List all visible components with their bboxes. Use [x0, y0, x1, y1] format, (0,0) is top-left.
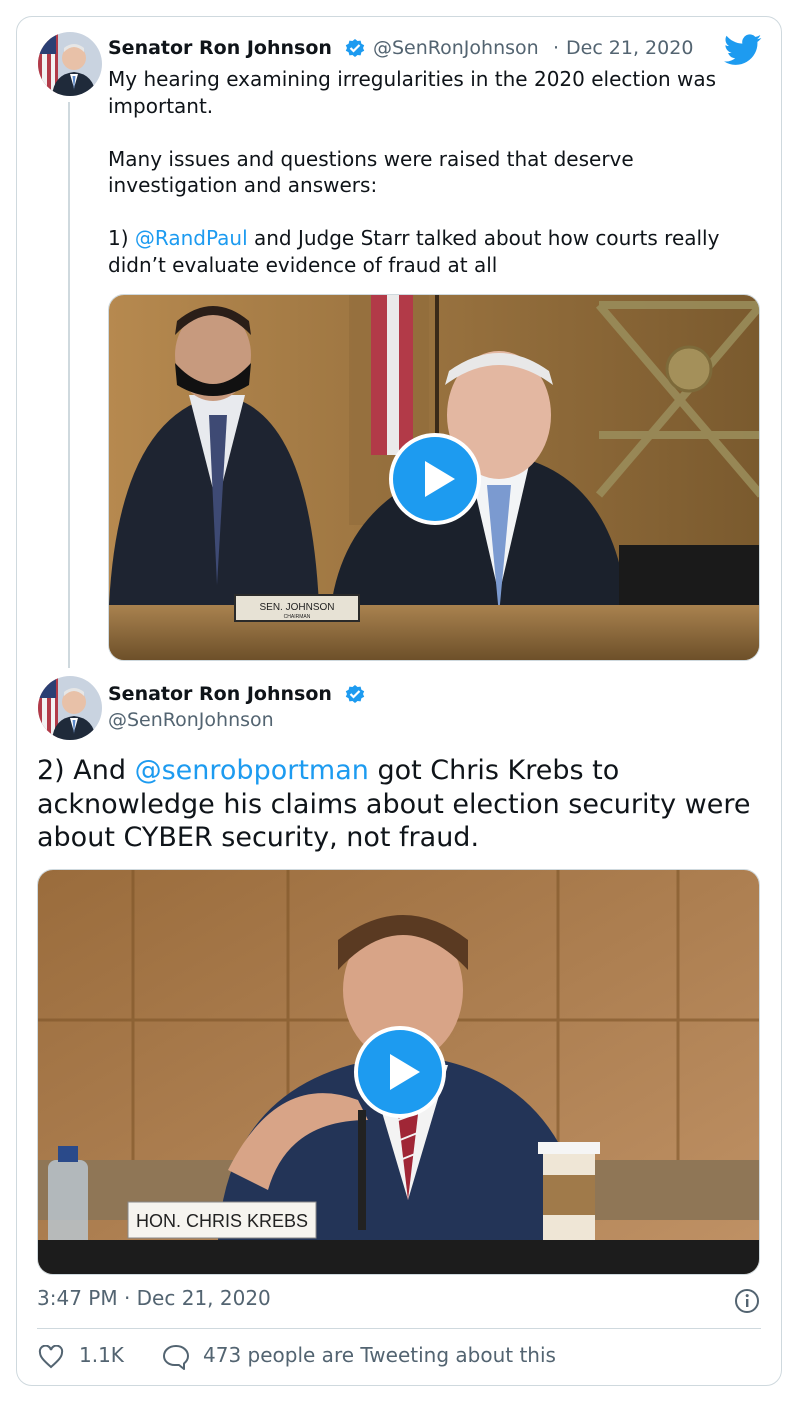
tweet-text-prefix: 1)	[108, 226, 135, 250]
tweet-text: 2) And @senrobportman got Chris Krebs to…	[37, 754, 767, 855]
heart-icon[interactable]	[38, 1345, 64, 1369]
nameplate-text: SEN. JOHNSON	[259, 602, 334, 613]
author-handle[interactable]: @SenRonJohnson	[373, 36, 539, 60]
verified-badge-icon	[345, 39, 365, 57]
verified-badge-icon	[345, 685, 365, 703]
footer-divider	[37, 1328, 761, 1329]
thread-connector-line	[68, 102, 70, 668]
nameplate-text: HON. CHRIS KREBS	[136, 1211, 308, 1231]
speech-bubble-icon[interactable]	[162, 1344, 190, 1370]
info-icon[interactable]	[734, 1288, 760, 1314]
nameplate-subtext: CHAIRMAN	[284, 614, 311, 620]
like-count[interactable]: 1.1K	[79, 1343, 124, 1367]
tweet-text: My hearing examining irregularities in t…	[108, 66, 758, 278]
tweet-text-prefix: 2) And	[37, 755, 135, 786]
mention-link[interactable]: @senrobportman	[135, 755, 369, 786]
tweet-text-line: My hearing examining irregularities in t…	[108, 67, 723, 118]
twitter-bird-icon[interactable]	[724, 34, 762, 66]
author-avatar[interactable]	[38, 32, 102, 96]
tweeting-about-link[interactable]: 473 people are Tweeting about this	[203, 1343, 556, 1367]
tweet-date[interactable]: Dec 21, 2020	[566, 36, 693, 60]
video-player[interactable]: SEN. JOHNSON CHAIRMAN	[108, 294, 760, 661]
mention-link[interactable]: @RandPaul	[135, 226, 248, 250]
video-player[interactable]: HON. CHRIS KREBS	[37, 869, 760, 1275]
tweet-timestamp[interactable]: 3:47 PM · Dec 21, 2020	[37, 1286, 271, 1310]
play-button[interactable]	[354, 1026, 446, 1118]
separator-dot: ·	[553, 37, 560, 59]
author-name[interactable]: Senator Ron Johnson	[108, 36, 332, 60]
play-icon	[425, 461, 455, 497]
play-button[interactable]	[389, 433, 481, 525]
tweet-text-line: Many issues and questions were raised th…	[108, 146, 641, 198]
author-handle[interactable]: @SenRonJohnson	[108, 708, 274, 732]
author-name[interactable]: Senator Ron Johnson	[108, 682, 332, 706]
author-avatar[interactable]	[38, 676, 102, 740]
play-icon	[390, 1054, 420, 1090]
